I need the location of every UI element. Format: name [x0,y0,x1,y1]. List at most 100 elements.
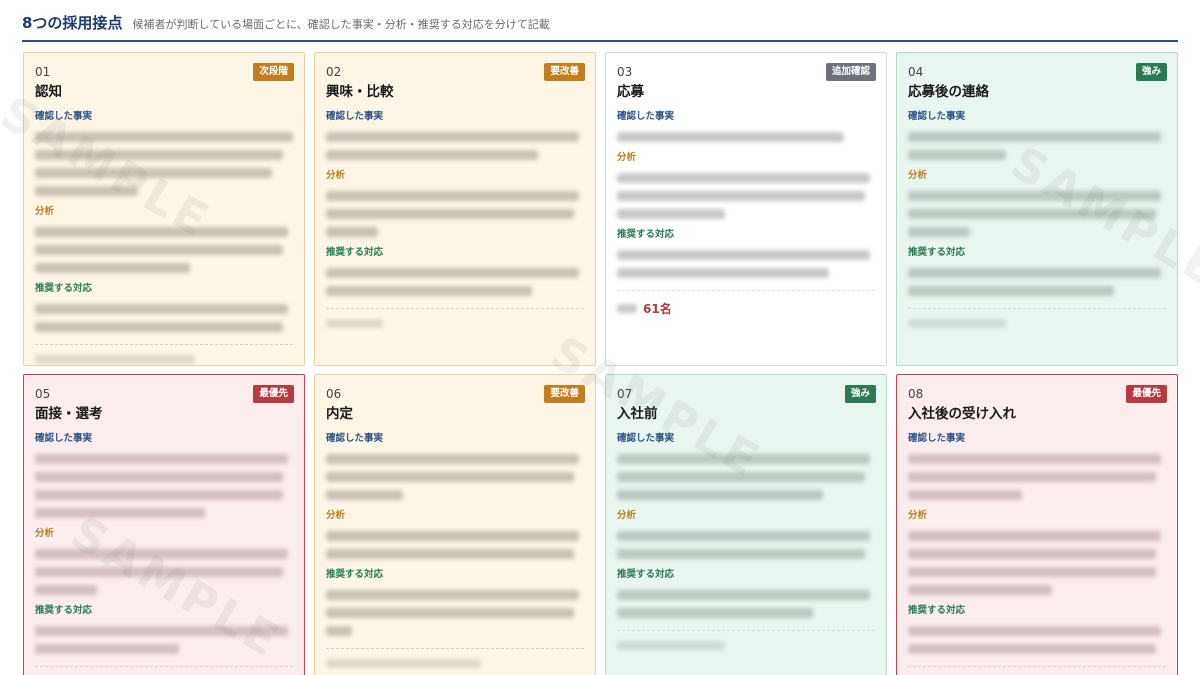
redacted-text [35,644,180,654]
redacted-text [35,585,97,595]
card-stage-title: 応募後の連絡 [908,84,989,100]
redacted-text [617,209,726,219]
card-number: 07 [617,387,633,401]
redacted-text [908,490,1022,500]
redacted-text [617,454,870,464]
redacted-text [326,454,579,464]
redacted-text [326,472,574,482]
analysis-label: 分析 [326,510,346,521]
analysis-label: 分析 [35,528,55,539]
fact-label: 確認した事実 [326,111,384,122]
redacted-text [326,490,404,500]
redacted-text [35,168,273,178]
redacted-footer [326,659,481,668]
redacted-text [908,644,1156,654]
card-stage-title: 入社前 [617,406,658,422]
redacted-text [326,150,538,160]
redacted-text [908,549,1156,559]
touchpoint-card-08: 08 最優先 入社後の受け入れ 確認した事実 分析 推奨する対応 [896,374,1178,675]
applicant-count: 61名 [617,300,875,317]
touchpoint-card-02: 02 要改善 興味・比較 確認した事実 分析 推奨する対応 [314,52,596,366]
fact-label: 確認した事実 [35,433,93,444]
redacted-text [617,549,865,559]
redacted-text [35,322,283,332]
redacted-text [617,173,870,183]
touchpoint-card-04: 04 強み 応募後の連絡 確認した事実 分析 推奨する対応 [896,52,1178,366]
redacted-text [35,132,293,142]
fact-label: 確認した事実 [908,111,966,122]
redacted-footer [326,319,383,328]
redacted-text [617,608,814,618]
action-label: 推奨する対応 [908,605,966,616]
redacted-text [908,227,970,237]
action-label: 推奨する対応 [326,569,384,580]
redacted-text [908,472,1156,482]
card-divider [617,630,875,631]
redacted-text [35,245,283,255]
action-label: 推奨する対応 [908,247,966,258]
fact-label: 確認した事実 [617,111,675,122]
redacted-text [908,191,1161,201]
card-divider [617,290,875,291]
redacted-text [326,531,579,541]
card-divider [908,308,1166,309]
redacted-text [326,286,533,296]
redacted-text [326,132,579,142]
redacted-text [35,263,190,273]
page-title: 8つの採用接点 [22,14,123,32]
status-badge: 追加確認 [825,63,876,81]
redacted-text [908,209,1156,219]
page-header: 8つの採用接点 候補者が判断している場面ごとに、確認した事実・分析・推奨する対応… [22,12,1178,42]
redacted-text [908,567,1156,577]
page-subtitle: 候補者が判断している場面ごとに、確認した事実・分析・推奨する対応を分けて記載 [132,18,550,31]
redacted-text [35,454,288,464]
redacted-footer [908,319,1007,328]
card-stage-title: 応募 [617,84,644,100]
redacted-text [35,186,139,196]
redacted-text [326,608,574,618]
card-divider [35,666,293,667]
redacted-text [35,304,288,314]
redacted-text [35,472,283,482]
analysis-label: 分析 [35,206,55,217]
redacted-text [35,490,283,500]
status-badge: 最優先 [1126,385,1167,403]
analysis-label: 分析 [326,170,346,181]
status-badge: 最優先 [253,385,294,403]
touchpoint-card-03: 03 追加確認 応募 確認した事実 分析 推奨する対応 61名 [605,52,887,366]
status-badge: 強み [844,385,876,403]
fact-label: 確認した事実 [326,433,384,444]
card-stage-title: 面接・選考 [35,406,103,422]
touchpoint-card-01: 01 次段階 認知 確認した事実 分析 推奨する対応 [23,52,305,366]
redacted-text [908,286,1115,296]
analysis-label: 分析 [617,152,637,163]
redacted-text [326,590,579,600]
analysis-label: 分析 [908,170,928,181]
redacted-text [326,191,579,201]
card-divider [35,344,293,345]
redacted-text [326,209,574,219]
redacted-footer [617,641,726,650]
status-badge: 要改善 [544,63,585,81]
redacted-text [617,191,865,201]
touchpoint-card-06: 06 要改善 内定 確認した事実 分析 推奨する対応 [314,374,596,675]
redacted-text [617,250,870,260]
redacted-text [908,268,1161,278]
action-label: 推奨する対応 [326,247,384,258]
redacted-text [617,590,870,600]
card-divider [326,648,584,649]
fact-label: 確認した事実 [617,433,675,444]
redacted-text [326,626,352,636]
redacted-text [908,132,1161,142]
redacted-text [35,626,288,636]
redacted-text [35,567,283,577]
action-label: 推奨する対応 [617,229,675,240]
redacted-text [908,454,1161,464]
redacted-text [35,150,283,160]
touchpoint-card-07: 07 強み 入社前 確認した事実 分析 推奨する対応 [605,374,887,675]
card-stage-title: 興味・比較 [326,84,394,100]
redacted-text [908,531,1161,541]
redacted-text [326,268,579,278]
action-label: 推奨する対応 [35,283,93,294]
redacted-text [617,472,865,482]
